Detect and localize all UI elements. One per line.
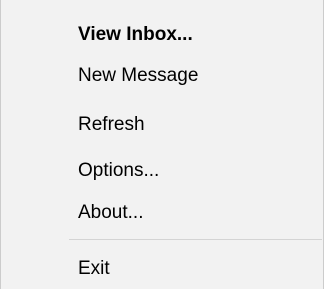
menu-item-refresh[interactable]: Refresh [1, 106, 323, 144]
menu-item-label: New Message [78, 65, 199, 86]
menu-item-label: Exit [78, 258, 110, 279]
menu-item-label: About... [78, 202, 144, 223]
menu-item-new-message[interactable]: New Message [1, 57, 323, 95]
menu-item-label: View Inbox... [78, 24, 193, 45]
menu-item-view-inbox[interactable]: View Inbox... [1, 16, 323, 54]
menu-separator [69, 239, 322, 240]
menu-item-exit[interactable]: Exit [1, 250, 323, 288]
menu-item-label: Options... [78, 160, 160, 181]
context-menu: View Inbox... New Message Refresh Option… [0, 0, 324, 289]
menu-item-about[interactable]: About... [1, 194, 323, 232]
menu-item-label: Refresh [78, 114, 145, 135]
menu-item-options[interactable]: Options... [1, 152, 323, 190]
